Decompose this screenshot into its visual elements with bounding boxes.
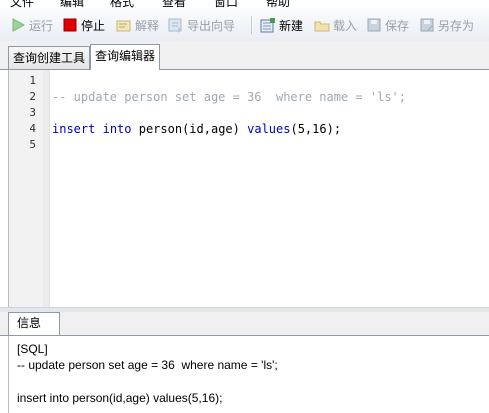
explain-label: 解释 — [135, 18, 160, 33]
export-icon — [168, 17, 184, 33]
tab-info[interactable]: 信息 — [8, 312, 60, 335]
load-label: 载入 — [333, 18, 358, 33]
toolbar-separator — [251, 16, 252, 34]
line-number: 5 — [29, 138, 36, 151]
code-line-insert: insert into person(id,age) values(5,16); — [52, 122, 341, 136]
info-line: insert into person(id,age) values(5,16); — [17, 391, 223, 405]
keyword-values: values — [247, 122, 291, 136]
load-button[interactable]: 载入 — [314, 16, 357, 34]
keyword-into: into — [102, 122, 132, 136]
new-query-icon — [260, 17, 276, 33]
menu-view[interactable]: 查看 — [162, 0, 186, 8]
export-wizard-button[interactable]: 导出向导 — [168, 16, 235, 34]
run-label: 运行 — [29, 18, 54, 33]
new-label: 新建 — [279, 18, 304, 33]
menu-file[interactable]: 文件 — [10, 0, 34, 8]
play-icon — [10, 17, 26, 33]
save-as-icon — [419, 17, 435, 33]
stop-label: 停止 — [81, 18, 106, 33]
info-line: -- update person set age = 36 where name… — [17, 358, 278, 372]
values-list: (5,16); — [290, 122, 342, 136]
fold-margin — [43, 70, 50, 307]
line-number: 3 — [29, 106, 36, 119]
stop-icon — [62, 17, 78, 33]
run-button[interactable]: 运行 — [10, 16, 53, 34]
explain-button[interactable]: 解释 — [116, 16, 159, 34]
save-label: 保存 — [385, 18, 410, 33]
info-output: [SQL] -- update person set age = 36 wher… — [8, 336, 489, 413]
editor-tabstrip: 查询创建工具 查询编辑器 — [0, 41, 489, 70]
tab-query-editor[interactable]: 查询编辑器 — [90, 44, 161, 70]
menu-window[interactable]: 窗口 — [214, 0, 238, 8]
table-columns: person(id,age) — [138, 122, 240, 136]
menu-bar: 文件 编辑 格式 查看 窗口 帮助 — [0, 0, 489, 8]
toolbar: 运行 停止 解释 导出向导 新建 载入 保存 另存为 — [0, 8, 489, 42]
stop-button[interactable]: 停止 — [62, 16, 105, 34]
menu-edit[interactable]: 编辑 — [60, 0, 84, 8]
export-wizard-label: 导出向导 — [187, 18, 236, 33]
line-number: 2 — [29, 90, 36, 103]
explain-icon — [116, 17, 132, 33]
new-button[interactable]: 新建 — [260, 16, 303, 34]
save-as-button[interactable]: 另存为 — [419, 16, 474, 34]
save-as-label: 另存为 — [438, 18, 475, 33]
folder-icon — [314, 17, 330, 33]
keyword-insert: insert — [52, 122, 96, 136]
save-icon — [366, 17, 382, 33]
info-tabstrip: 信息 — [0, 312, 489, 336]
line-number-gutter: 1 2 3 4 5 — [9, 70, 43, 307]
line-number: 4 — [29, 122, 36, 135]
menu-format[interactable]: 格式 — [110, 0, 134, 8]
line-number: 1 — [29, 74, 36, 87]
tab-query-builder[interactable]: 查询创建工具 — [8, 46, 91, 69]
code-line-comment: -- update person set age = 36 where name… — [52, 90, 407, 104]
menu-help[interactable]: 帮助 — [266, 0, 290, 8]
info-line: [SQL] — [17, 342, 48, 356]
sql-editor[interactable]: 1 2 3 4 5 -- update person set age = 36 … — [8, 70, 489, 307]
save-button[interactable]: 保存 — [366, 16, 409, 34]
